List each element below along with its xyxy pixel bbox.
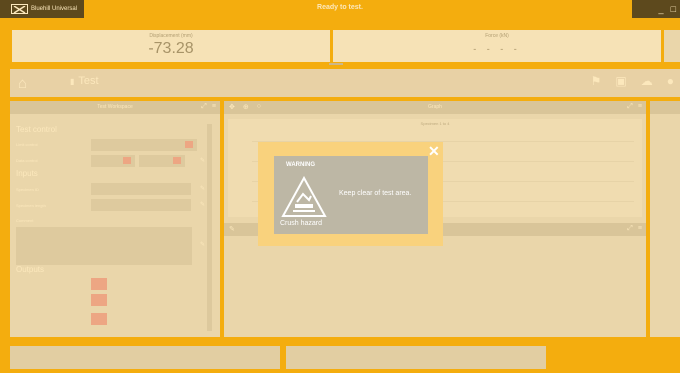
warning-message: Keep clear of test area. <box>339 190 412 197</box>
app-window: Bluehill Universal Ready to test. _ □ Di… <box>0 0 680 373</box>
warning-subtitle: Crush hazard <box>280 220 323 227</box>
warning-title: WARNING <box>286 162 315 168</box>
warning-content: WARNING Keep clear of test area. Crush h… <box>274 156 428 234</box>
warning-dialog: ✕ WARNING Keep clear of test area. Crush… <box>258 142 443 246</box>
close-icon[interactable]: ✕ <box>428 143 440 160</box>
crush-hazard-icon <box>281 176 327 217</box>
